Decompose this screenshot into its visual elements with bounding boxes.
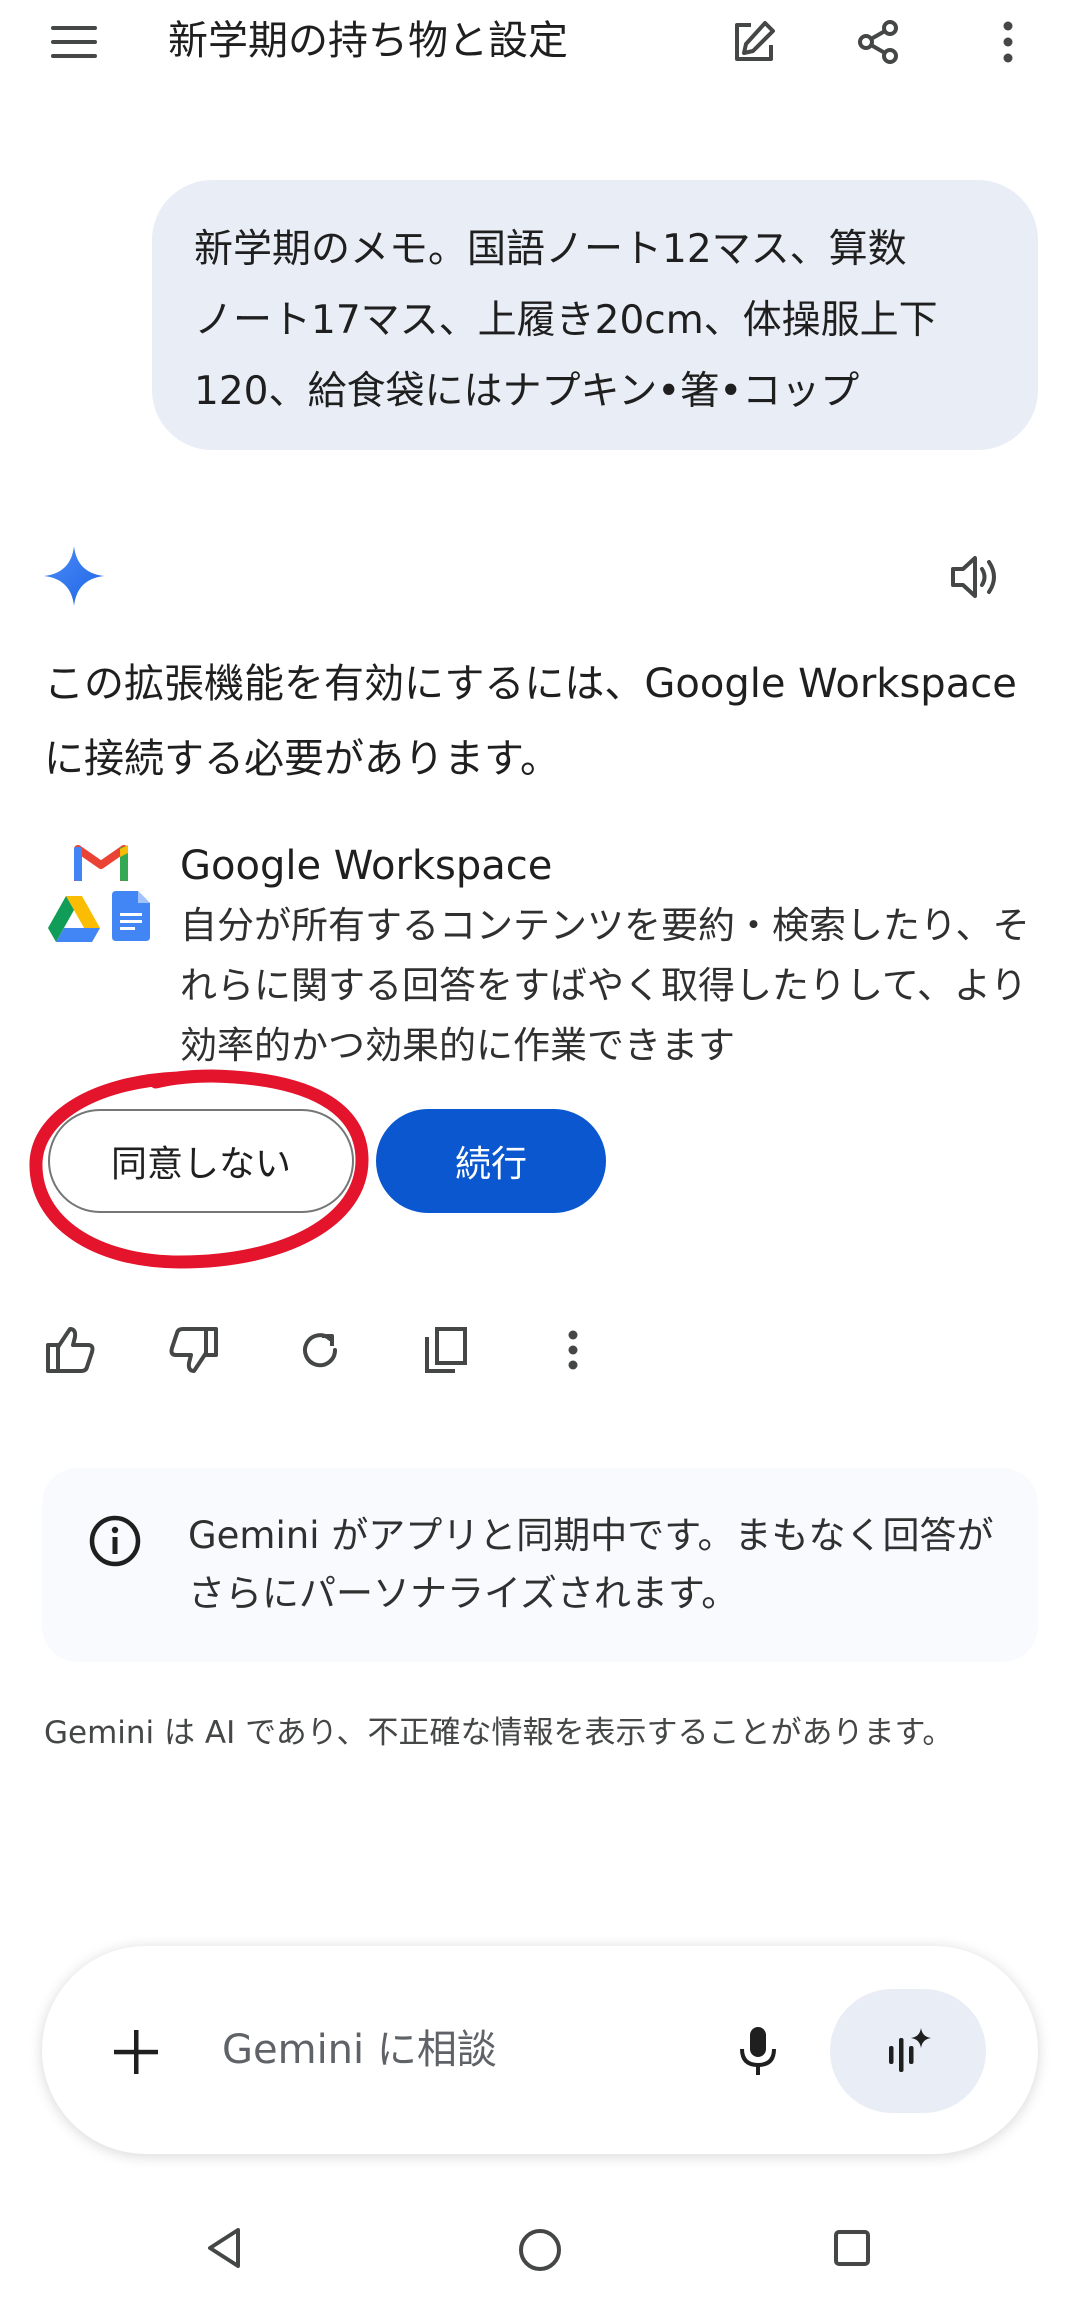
decline-button[interactable]: 同意しない — [48, 1109, 354, 1213]
response-text: この拡張機能を有効にするには、Google Workspace に接続する必要が… — [44, 647, 1044, 797]
gemini-live-button[interactable] — [830, 1989, 986, 2113]
gemini-spark-icon — [44, 546, 104, 606]
menu-icon — [51, 26, 97, 58]
bad-response-button[interactable] — [162, 1318, 226, 1382]
back-icon — [208, 2228, 240, 2268]
new-chat-button[interactable] — [722, 10, 786, 74]
info-line: さらにパーソナライズされます。 — [188, 1572, 739, 1615]
regenerate-button[interactable] — [290, 1320, 350, 1380]
response-more-button[interactable] — [548, 1320, 598, 1380]
gmail-icon — [74, 845, 128, 881]
response-line: この拡張機能を有効にするには、Google Workspace — [44, 661, 1017, 707]
share-button[interactable] — [846, 10, 910, 74]
copy-icon — [425, 1327, 467, 1373]
copy-button[interactable] — [414, 1318, 478, 1382]
home-icon — [519, 2229, 561, 2271]
more-options-button[interactable] — [976, 10, 1040, 74]
nav-home-button[interactable] — [510, 2220, 570, 2280]
thumb-down-icon — [169, 1327, 218, 1373]
top-app-bar: 新学期の持ち物と設定 — [0, 0, 1080, 84]
ai-disclaimer: Gemini は AI であり、不正確な情報を表示することがあります。 — [44, 1715, 954, 1751]
extension-desc-line: 効率的かつ効果的に作業できます — [180, 1024, 735, 1067]
voice-input-button[interactable] — [726, 2020, 790, 2084]
menu-button[interactable] — [40, 14, 108, 70]
read-aloud-button[interactable] — [944, 545, 1008, 609]
regenerate-icon — [303, 1333, 338, 1368]
nav-recents-button[interactable] — [824, 2220, 880, 2276]
extension-description: 自分が所有するコンテンツを要約・検索したり、そ れらに関する回答をすばやく取得し… — [180, 896, 1040, 1076]
extension-title: Google Workspace — [180, 843, 553, 889]
good-response-button[interactable] — [38, 1318, 102, 1382]
extension-desc-line: れらに関する回答をすばやく取得したりして、より — [180, 964, 1028, 1007]
continue-button[interactable]: 続行 — [376, 1109, 606, 1213]
mic-icon — [740, 2027, 776, 2075]
speaker-icon — [951, 556, 996, 598]
prompt-input[interactable] — [222, 2020, 702, 2080]
google-drive-icon — [48, 896, 100, 942]
user-message-line: 120、給食袋にはナプキン•箸•コップ — [194, 369, 860, 414]
more-vert-icon — [1003, 21, 1013, 63]
user-message-line: ノート17マス、上履き20cm、体操服上下 — [194, 298, 938, 343]
info-icon — [89, 1515, 141, 1567]
user-message-bubble: 新学期のメモ。国語ノート12マス、算数 ノート17マス、上履き20cm、体操服上… — [152, 180, 1038, 450]
google-docs-icon — [112, 891, 150, 941]
recents-icon — [834, 2230, 870, 2266]
add-attachment-button[interactable] — [104, 2020, 168, 2084]
nav-back-button[interactable] — [196, 2220, 252, 2276]
live-spark-icon — [889, 2028, 931, 2072]
share-icon — [858, 20, 898, 64]
more-vert-icon — [568, 1330, 578, 1370]
sync-info-text: Gemini がアプリと同期中です。まもなく回答が さらにパーソナライズされます… — [188, 1507, 1008, 1623]
thumb-up-icon — [46, 1327, 95, 1373]
page-title: 新学期の持ち物と設定 — [168, 18, 568, 64]
extension-desc-line: 自分が所有するコンテンツを要約・検索したり、そ — [180, 904, 1030, 947]
response-line: に接続する必要があります。 — [44, 736, 560, 782]
plus-icon — [114, 2030, 158, 2074]
edit-icon — [735, 21, 775, 61]
user-message-line: 新学期のメモ。国語ノート12マス、算数 — [194, 227, 907, 272]
info-line: Gemini がアプリと同期中です。まもなく回答が — [188, 1514, 994, 1557]
